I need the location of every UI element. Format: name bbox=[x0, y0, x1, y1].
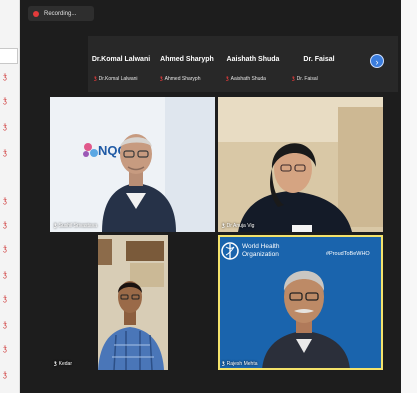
participants-strip: Dr.Komal Lalwani ǯ Dr.Komal Lalwani Ahmed… bbox=[88, 36, 398, 92]
mic-icon: ǯ bbox=[222, 223, 225, 229]
mic-icon: ǯ bbox=[3, 296, 7, 303]
participant-video-label: ǯ Dr Anuja Vig bbox=[222, 223, 255, 229]
participant-video-label: ǯ Kedar bbox=[54, 361, 72, 367]
participant-video-label: ǯ Sushil Srivastava bbox=[54, 223, 97, 229]
recording-indicator: Recording... bbox=[28, 6, 94, 21]
mic-muted-icon: ǯ bbox=[160, 76, 163, 82]
mic-icon: ǯ bbox=[3, 98, 7, 105]
mic-icon: ǯ bbox=[3, 150, 7, 157]
mic-icon: ǯ bbox=[54, 361, 57, 367]
mic-icon: ǯ bbox=[3, 272, 7, 279]
video-feed bbox=[218, 97, 383, 232]
participant-video-label: ǯ Rajesh Mehta bbox=[222, 361, 258, 367]
mic-icon: ǯ bbox=[3, 198, 7, 205]
recording-label: Recording... bbox=[44, 10, 77, 17]
mic-icon: ǯ bbox=[3, 246, 7, 253]
participant-tile[interactable]: Dr.Komal Lalwani ǯ Dr.Komal Lalwani bbox=[90, 36, 152, 92]
nqocn-logo-icon bbox=[84, 143, 92, 151]
next-page-button[interactable]: › bbox=[370, 54, 384, 68]
mic-muted-icon: ǯ bbox=[226, 76, 229, 82]
chat-input-edge[interactable] bbox=[0, 48, 18, 64]
participant-tile[interactable]: Aaishath Shuda ǯ Aaishath Shuda bbox=[222, 36, 284, 92]
who-org-line1: World Health bbox=[242, 243, 280, 250]
participant-tag: ǯ Dr.Komal Lalwani bbox=[94, 76, 138, 82]
video-feed bbox=[50, 235, 215, 370]
mic-icon: ǯ bbox=[3, 346, 7, 353]
video-tile[interactable]: ǯ Dr Anuja Vig bbox=[218, 97, 383, 232]
mic-muted-icon: ǯ bbox=[94, 76, 97, 82]
participant-name: Ahmed Sharyph bbox=[160, 56, 214, 63]
mic-icon: ǯ bbox=[3, 74, 7, 81]
participant-name: Aaishath Shuda bbox=[226, 56, 280, 63]
video-feed: NQOCN bbox=[50, 97, 215, 232]
participant-tag: ǯ Dr. Faisal bbox=[292, 76, 318, 82]
mic-icon: ǯ bbox=[54, 223, 57, 229]
mic-icon: ǯ bbox=[3, 372, 7, 379]
mic-icon: ǯ bbox=[3, 322, 7, 329]
video-feed: World Health Organization #ProudToBeWHO bbox=[218, 235, 383, 370]
meeting-stage: Recording... Dr.Komal Lalwani ǯ Dr.Komal … bbox=[20, 0, 401, 393]
participant-tile[interactable]: Dr. Faisal ǯ Dr. Faisal bbox=[288, 36, 350, 92]
mic-icon: ǯ bbox=[222, 361, 225, 367]
video-tile[interactable]: ǯ Kedar bbox=[50, 235, 215, 370]
video-tile[interactable]: NQOCN ǯSushil Srivastava bbox=[50, 97, 215, 232]
mic-icon: ǯ bbox=[3, 124, 7, 131]
mic-icon: ǯ bbox=[3, 222, 7, 229]
who-org-line2: Organization bbox=[242, 251, 279, 258]
who-hashtag: #ProudToBeWHO bbox=[326, 251, 370, 257]
mic-muted-icon: ǯ bbox=[292, 76, 295, 82]
participant-tile[interactable]: Ahmed Sharyph ǯ Ahmed Sharyph bbox=[156, 36, 218, 92]
participant-tag: ǯ Ahmed Sharyph bbox=[160, 76, 201, 82]
participant-name: Dr.Komal Lalwani bbox=[91, 56, 151, 63]
video-tile-active-speaker[interactable]: World Health Organization #ProudToBeWHO … bbox=[218, 235, 383, 370]
chat-panel-edge: ǯ ǯ ǯ ǯ ǯ ǯ ǯ ǯ ǯ ǯ ǯ ǯ bbox=[0, 0, 20, 393]
participant-name: Dr. Faisal bbox=[303, 56, 335, 63]
participant-tag: ǯ Aaishath Shuda bbox=[226, 76, 266, 82]
recording-dot-icon bbox=[33, 10, 39, 17]
right-edge bbox=[401, 0, 417, 393]
